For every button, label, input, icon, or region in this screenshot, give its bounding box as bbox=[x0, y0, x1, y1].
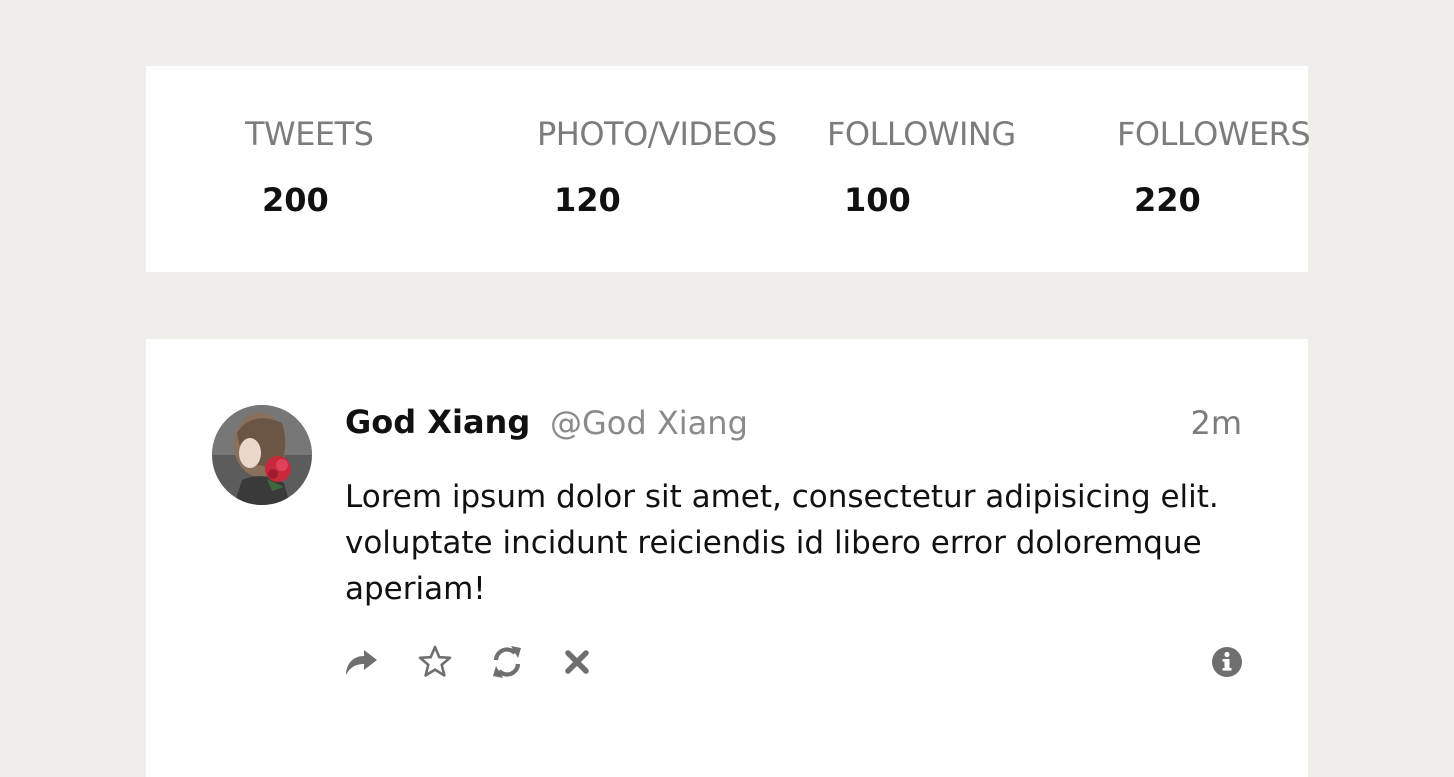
stat-value: 200 bbox=[262, 181, 329, 219]
star-icon[interactable] bbox=[417, 644, 453, 680]
avatar-image bbox=[212, 405, 312, 505]
close-icon[interactable] bbox=[559, 644, 595, 680]
refresh-icon[interactable] bbox=[489, 644, 525, 680]
stat-value: 100 bbox=[844, 181, 911, 219]
stats-card: TWEETS 200 PHOTO/VIDEOS 120 FOLLOWING 10… bbox=[146, 66, 1311, 272]
info-icon[interactable] bbox=[1209, 644, 1245, 680]
share-arrow-icon[interactable] bbox=[343, 644, 379, 680]
stat-label: PHOTO/VIDEOS bbox=[537, 115, 777, 153]
stat-label: FOLLOWERS bbox=[1117, 115, 1311, 153]
stat-value: 220 bbox=[1134, 181, 1201, 219]
stat-value: 120 bbox=[554, 181, 621, 219]
tweet-text: Lorem ipsum dolor sit amet, consectetur … bbox=[345, 479, 1219, 607]
author-handle[interactable]: @God Xiang bbox=[550, 403, 748, 443]
tweet-card: God Xiang @God Xiang 2m Lorem ipsum dolo… bbox=[146, 339, 1308, 777]
timestamp[interactable]: 2m bbox=[1190, 403, 1242, 443]
author-name[interactable]: God Xiang bbox=[345, 402, 530, 442]
stat-label: TWEETS bbox=[245, 115, 374, 153]
avatar[interactable] bbox=[212, 405, 312, 505]
stat-label: FOLLOWING bbox=[827, 115, 1016, 153]
